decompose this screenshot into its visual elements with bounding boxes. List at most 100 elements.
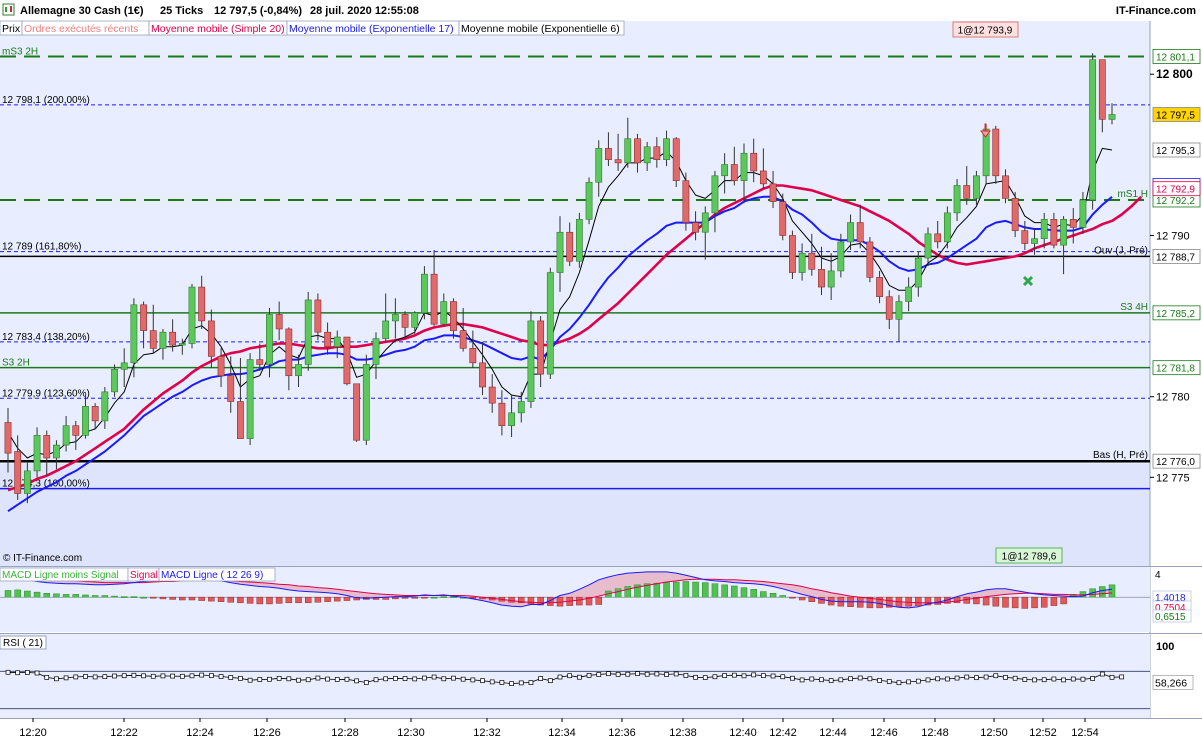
legend-item-label: Ordres exécutés récents [24,23,138,35]
candle-body [682,180,690,223]
rsi-point [877,678,882,683]
rsi-point [160,673,166,679]
rsi-point [1109,674,1115,680]
macd-histogram-bar [421,596,428,599]
candle-body [256,359,264,365]
candle-body [275,314,283,330]
candle-body [14,451,22,494]
candle-body [285,328,293,377]
macd-histogram-bar [159,596,167,600]
rsi-point [1119,674,1125,680]
rsi-point [722,673,727,678]
macd-histogram-bar [760,591,767,598]
rsi-point [761,673,766,678]
macd-histogram-bar [731,585,738,598]
rsi-point [819,677,824,683]
macd-histogram-bar [266,596,273,605]
macd-histogram-bar [963,596,970,604]
candle-body [178,343,186,346]
candle-body [391,314,399,322]
candle-body [1098,59,1106,120]
candle-body [818,269,825,288]
candle-body [624,138,632,164]
macd-histogram-bar [53,593,60,598]
candle-body [566,231,574,262]
macd-histogram-bar [169,596,176,600]
macd-histogram-bar [111,595,118,598]
candle-body [914,257,922,288]
price-level-right-label: S3 4H [1120,302,1148,313]
ticks-label: 25 Ticks [160,5,203,17]
rsi-point [112,673,117,679]
copyright-label: © IT-Finance.com [3,553,82,564]
rsi-point [741,673,747,679]
extra-price-tag: 12 795,3 [1156,146,1195,157]
macd-histogram-bar [411,596,418,599]
rsi-point [393,675,398,681]
chart-canvas[interactable]: Allemagne 30 Cash (1€) 25 Ticks 12 797,5… [0,0,1202,740]
macd-histogram-bar [256,596,264,605]
candle-body [992,128,1000,177]
rsi-point [150,673,156,679]
candle-body [246,359,254,439]
rsi-point [974,675,979,681]
rsi-point [373,677,379,683]
macd-histogram-bar [769,593,777,598]
candle-body [721,164,729,177]
rsi-point [83,674,88,679]
rsi-point [615,671,621,677]
candle-body [111,368,118,393]
candle-body [740,152,748,181]
rsi-point [431,674,437,680]
time-tick-label: 12:48 [921,727,949,739]
candle-body [266,314,273,365]
rsi-point [305,677,311,683]
legend-item-label: Moyenne mobile (Exponentielle 17) [289,23,454,35]
rsi-point [857,675,863,681]
macd-legend-label: MACD Ligne moins Signal [2,570,119,581]
candle-body [82,406,89,436]
candle-body [382,320,390,339]
rsi-point [925,677,931,683]
rsi-point [121,673,127,679]
level-price-tag: 12 792,2 [1156,196,1195,207]
candle-body [595,148,603,183]
time-tick-label: 12:40 [729,727,757,739]
macd-histogram-bar [1050,596,1058,606]
rsi-point [102,674,108,680]
rsi-point [664,672,669,677]
candle-body [837,241,845,272]
rsi-point [509,681,514,687]
macd-histogram-bar [614,588,622,598]
rsi-legend: RSI ( 21) [3,638,43,649]
candle-body [198,286,206,322]
macd-histogram-bar [430,596,438,599]
macd-histogram-bar [275,596,283,604]
macd-histogram-bar [295,596,302,604]
price-level-label: S3 2H [2,358,30,369]
indicator-legend: Prix Ordres exécutés récents Moyenne mobil… [0,20,625,36]
rsi-point [334,677,340,682]
rsi-point [731,672,737,678]
candle-body [120,362,128,370]
macd-histogram-bar [527,596,535,605]
macd-histogram-bar [14,589,21,598]
macd-histogram-bar [711,583,719,598]
candle-body [353,383,361,441]
time-tick-label: 12:28 [331,727,359,739]
rsi-point [712,674,718,680]
level-price-tag: 12 776,0 [1156,457,1195,468]
rsi-point [635,671,640,677]
macd-histogram-bar [1040,596,1048,608]
candle-body [546,272,554,375]
candle-body [730,164,738,181]
macd-histogram-bar [1002,596,1009,608]
macd-histogram-bar [227,596,234,603]
rsi-point [257,677,263,682]
candle-body [304,299,312,365]
extra-price-tag: 12 797,5 [1156,111,1195,122]
price-level-right-label: Ouv (J, Pré) [1094,245,1148,256]
rsi-point [228,675,234,680]
macd-histogram-bar [934,596,941,605]
candle-body [217,356,225,377]
